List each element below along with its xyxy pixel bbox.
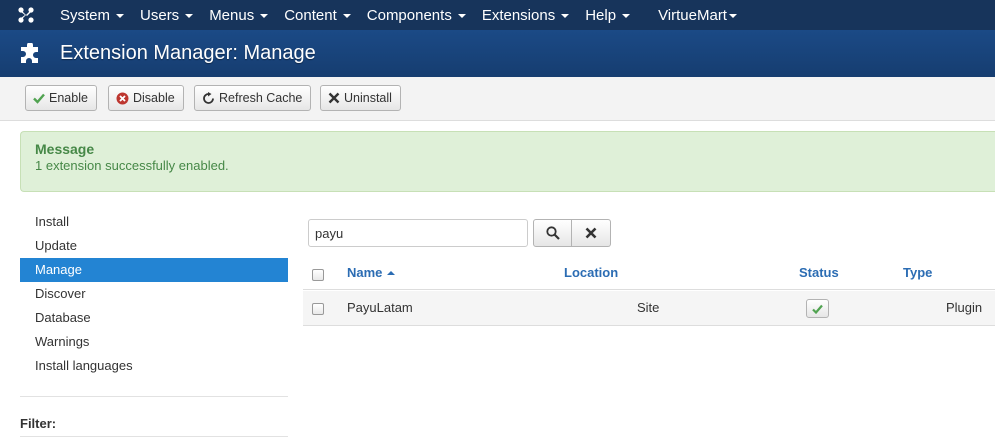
refresh-cache-button[interactable]: Refresh Cache [194,85,312,111]
nav-label: Content [284,6,337,24]
table-row: PayuLatam Site Plugin [303,291,995,326]
extension-name[interactable]: PayuLatam [347,300,413,315]
enable-button[interactable]: Enable [25,85,97,111]
nav-label: VirtueMart [658,6,727,24]
nav-system-menu[interactable]: System [52,0,132,30]
nav-users-menu[interactable]: Users [132,0,201,30]
caret-down-icon [622,14,631,18]
status-toggle-button[interactable] [806,299,829,318]
check-icon [812,304,823,314]
filter-label: Filter: [20,416,57,431]
nav-content-menu[interactable]: Content [276,0,359,30]
sidebar-item-install-languages[interactable]: Install languages [20,354,288,378]
sidebar-item-warnings[interactable]: Warnings [20,330,288,354]
caret-down-icon [185,14,194,18]
message-heading: Message [35,141,95,157]
caret-down-icon [457,14,466,18]
select-all-checkbox[interactable] [312,269,324,281]
nav-virtuemart-menu[interactable]: VirtueMart [650,0,745,30]
nav-label: Users [140,6,180,24]
caret-down-icon [561,14,570,18]
uninstall-label: Uninstall [344,91,392,105]
nav-label: Components [366,6,452,24]
success-message: Message 1 extension successfully enabled… [20,131,995,192]
puzzle-piece-icon [0,42,60,65]
check-icon [33,93,45,104]
nav-label: Extensions [481,6,556,24]
extension-location: Site [637,300,660,315]
page-header: Extension Manager: Manage [0,30,995,77]
message-text: 1 extension successfully enabled. [35,158,229,173]
search-input[interactable] [308,219,528,247]
sidebar-item-install[interactable]: Install [20,210,288,234]
enable-label: Enable [49,91,88,105]
uninstall-button[interactable]: Uninstall [320,85,401,111]
sidebar-item-manage[interactable]: Manage [20,258,288,282]
column-status-header[interactable]: Status [799,265,839,280]
disable-label: Disable [133,91,175,105]
nav-label: System [60,6,111,24]
nav-help-menu[interactable]: Help [577,0,638,30]
caret-down-icon [728,14,737,18]
caret-down-icon [116,14,125,18]
nav-menus-menu[interactable]: Menus [201,0,276,30]
remove-circle-icon [116,92,129,104]
sidebar-item-database[interactable]: Database [20,306,288,330]
nav-components-menu[interactable]: Components [359,0,474,30]
search-button[interactable] [533,219,572,247]
clear-search-button[interactable] [572,219,611,247]
column-name-label: Name [347,265,383,280]
sidebar-item-discover[interactable]: Discover [20,282,288,306]
nav-extensions-menu[interactable]: Extensions [474,0,577,30]
extension-type: Plugin [946,300,983,315]
search-icon [545,226,560,240]
column-name-header[interactable]: Name [347,265,396,280]
toolbar: Enable Disable Refresh Cache Uninstall [0,77,995,121]
disable-button[interactable]: Disable [108,85,184,111]
top-navbar: System Users Menus Content Components Ex… [0,0,995,30]
nav-label: Menus [209,6,255,24]
times-icon [328,92,340,104]
row-checkbox[interactable] [312,303,324,315]
column-location-header[interactable]: Location [564,265,618,280]
caret-down-icon [260,14,269,18]
sidebar-item-update[interactable]: Update [20,234,288,258]
refresh-cache-label: Refresh Cache [219,91,303,105]
sidebar-divider [20,396,288,397]
times-icon [585,227,597,239]
sidebar: Install Update Manage Discover Database … [20,210,288,378]
column-type-header[interactable]: Type [903,265,932,280]
sort-ascending-icon [387,271,396,275]
filter-divider [20,436,288,437]
table-header: Name Location Status Type [303,258,995,290]
caret-down-icon [342,14,351,18]
nav-label: Help [585,6,617,24]
refresh-icon [203,91,214,104]
joomla-logo-icon[interactable] [0,0,52,30]
page-title: Extension Manager: Manage [60,42,316,64]
